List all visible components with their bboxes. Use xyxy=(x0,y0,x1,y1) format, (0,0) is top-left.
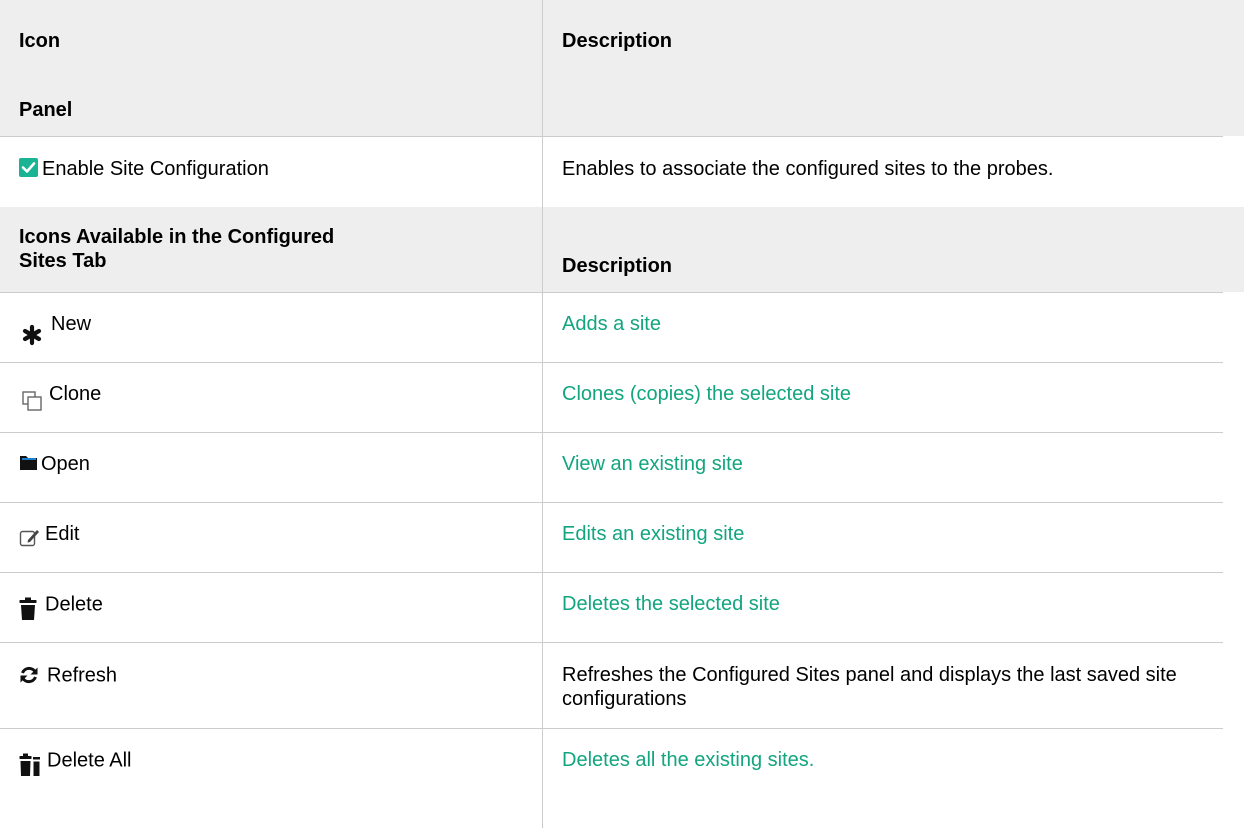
table-row: Edit Edits an existing site xyxy=(0,502,1244,572)
header-description: Description xyxy=(542,0,1223,84)
open-description[interactable]: View an existing site xyxy=(542,432,1223,502)
enable-site-config-label: Enable Site Configuration xyxy=(42,158,269,181)
folder-icon xyxy=(19,454,39,472)
clone-label: Clone xyxy=(49,383,102,406)
refresh-icon xyxy=(19,665,39,685)
delete-cell: Delete xyxy=(0,572,542,642)
checkbox-icon[interactable] xyxy=(19,158,38,178)
table-row: Open View an existing site xyxy=(0,432,1244,502)
panel-section-row: Panel xyxy=(0,84,1244,136)
sub-header-row: Icons Available in the Configured Sites … xyxy=(0,207,1244,292)
new-description[interactable]: Adds a site xyxy=(542,292,1223,362)
clone-icon xyxy=(21,390,43,412)
asterisk-icon xyxy=(21,324,43,346)
delete-label: Delete xyxy=(45,593,103,616)
table-row: Refresh Refreshes the Configured Sites p… xyxy=(0,642,1244,728)
sub-header-description: Description xyxy=(542,207,1223,292)
edit-description[interactable]: Edits an existing site xyxy=(542,502,1223,572)
clone-description[interactable]: Clones (copies) the selected site xyxy=(542,362,1223,432)
edit-icon xyxy=(19,527,41,547)
edit-label: Edit xyxy=(45,523,80,546)
open-label: Open xyxy=(41,453,90,476)
delete-all-description[interactable]: Deletes all the existing sites. xyxy=(542,728,1223,828)
trash-icon xyxy=(19,597,37,621)
edit-cell: Edit xyxy=(0,502,542,572)
refresh-cell: Refresh xyxy=(0,642,542,728)
delete-all-icon xyxy=(19,753,41,777)
new-label: New xyxy=(51,313,92,336)
header-icon: Icon xyxy=(19,30,61,52)
icons-table: Icon Description Panel Enable Site Confi… xyxy=(0,0,1244,828)
table-row: New Adds a site xyxy=(0,292,1244,362)
table-row: Clone Clones (copies) the selected site xyxy=(0,362,1244,432)
table-header-row: Icon Description xyxy=(0,0,1244,84)
clone-cell: Clone xyxy=(0,362,542,432)
enable-site-config-cell: Enable Site Configuration xyxy=(0,136,542,207)
table-row: Delete Deletes the selected site xyxy=(0,572,1244,642)
panel-empty-cell xyxy=(542,84,1223,136)
delete-all-cell: Delete All xyxy=(0,728,542,828)
table-row: Delete All Deletes all the existing site… xyxy=(0,728,1244,828)
refresh-description: Refreshes the Configured Sites panel and… xyxy=(542,642,1223,728)
panel-label: Panel xyxy=(19,99,73,121)
new-cell: New xyxy=(0,292,542,362)
table-row: Enable Site Configuration Enables to ass… xyxy=(0,136,1244,207)
delete-all-label: Delete All xyxy=(47,749,132,772)
delete-description[interactable]: Deletes the selected site xyxy=(542,572,1223,642)
enable-site-config-description: Enables to associate the configured site… xyxy=(542,136,1223,207)
sub-header-icons: Icons Available in the Configured Sites … xyxy=(19,226,335,272)
open-cell: Open xyxy=(0,432,542,502)
refresh-label: Refresh xyxy=(47,664,118,687)
